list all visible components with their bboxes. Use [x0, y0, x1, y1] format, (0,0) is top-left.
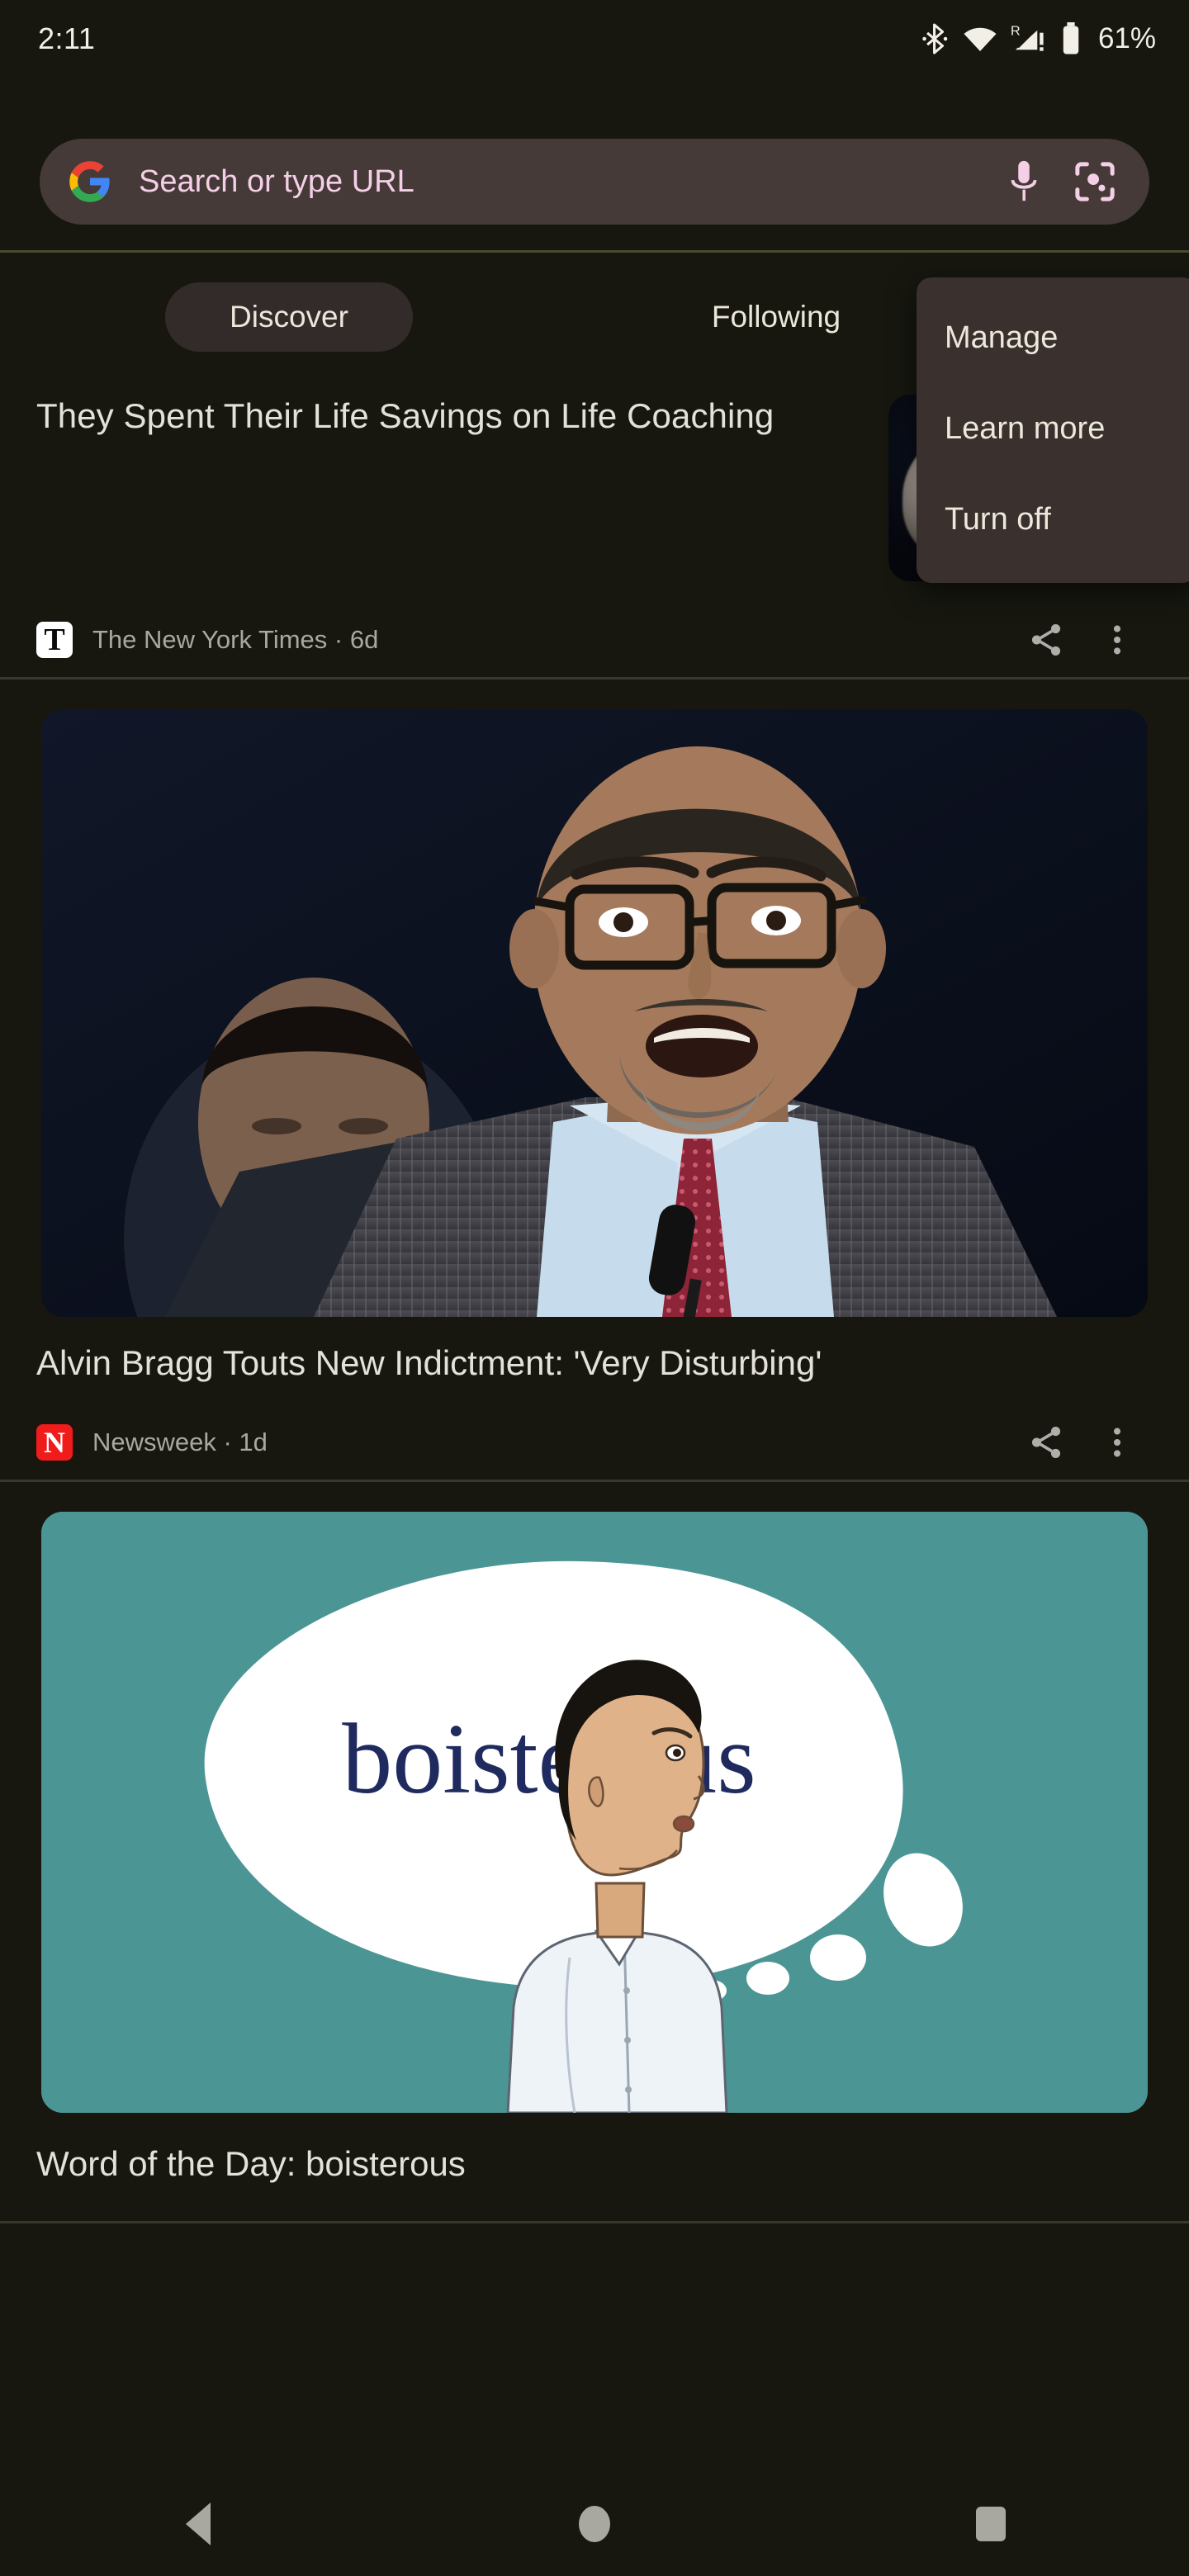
android-nav-bar	[0, 2472, 1189, 2576]
svg-text:R: R	[1011, 24, 1021, 39]
menu-item-learn-more[interactable]: Learn more	[917, 383, 1189, 474]
header-divider	[0, 250, 1189, 253]
search-input[interactable]: Search or type URL	[139, 164, 978, 200]
recents-icon[interactable]	[929, 2472, 1053, 2576]
omnibox-container: Search or type URL	[0, 132, 1189, 231]
card-separator	[0, 677, 1189, 680]
tab-discover[interactable]: Discover	[165, 282, 413, 352]
menu-item-manage[interactable]: Manage	[917, 292, 1189, 383]
status-bar: 2:11 R 61%	[0, 0, 1189, 78]
newsweek-n-logo: N	[36, 1424, 73, 1461]
article-title: Alvin Bragg Touts New Indictment: 'Very …	[36, 1343, 822, 1382]
share-icon[interactable]	[1011, 1407, 1082, 1478]
publisher-and-age: The New York Times · 6d	[92, 625, 379, 654]
discover-feed: They Spent Their Life Savings on Life Co…	[0, 363, 1189, 2224]
search-bar[interactable]: Search or type URL	[40, 139, 1149, 225]
feed-card-word-of-the-day[interactable]: boisterous Word of the Day: boisterous	[0, 1512, 1189, 2224]
wifi-icon	[963, 24, 997, 54]
google-g-logo	[68, 159, 112, 204]
nyt-t-logo: T	[36, 622, 73, 658]
status-icons: R 61%	[921, 22, 1156, 55]
back-icon[interactable]	[136, 2472, 260, 2576]
card-separator	[0, 1480, 1189, 1483]
bluetooth-icon	[921, 22, 950, 55]
card-meta-row: T The New York Times · 6d	[0, 603, 1189, 677]
card-meta-row: N Newsweek · 1d	[0, 1405, 1189, 1480]
microphone-icon[interactable]	[999, 157, 1049, 206]
status-time: 2:11	[38, 21, 96, 55]
article-title: Word of the Day: boisterous	[36, 2144, 466, 2184]
word-of-the-day-illustration: boisterous	[41, 1512, 1148, 2114]
more-vertical-icon[interactable]	[1082, 1407, 1153, 1478]
cellular-roaming-no-signal-icon: R	[1011, 22, 1047, 55]
share-icon[interactable]	[1011, 604, 1082, 675]
more-vertical-icon[interactable]	[1082, 604, 1153, 675]
feed-card-alvin-bragg[interactable]: Alvin Bragg Touts New Indictment: 'Very …	[0, 709, 1189, 1483]
battery-icon	[1060, 22, 1082, 55]
google-lens-camera-icon[interactable]	[1070, 157, 1120, 206]
feed-options-menu[interactable]: Manage Learn more Turn off	[917, 277, 1189, 583]
card-bottom-spacer	[0, 2185, 1189, 2221]
article-title: They Spent Their Life Savings on Life Co…	[36, 396, 775, 435]
battery-percent: 61%	[1097, 22, 1156, 54]
phone-screen: 2:11 R 61% Search or type URL Discover F…	[0, 0, 1189, 2576]
menu-item-turn-off[interactable]: Turn off	[917, 474, 1189, 565]
publisher-and-age: Newsweek · 1d	[92, 1428, 268, 1457]
home-icon[interactable]	[533, 2472, 656, 2576]
tab-following[interactable]: Following	[652, 282, 900, 352]
card-separator	[0, 2221, 1189, 2224]
article-hero-image	[41, 709, 1148, 1317]
